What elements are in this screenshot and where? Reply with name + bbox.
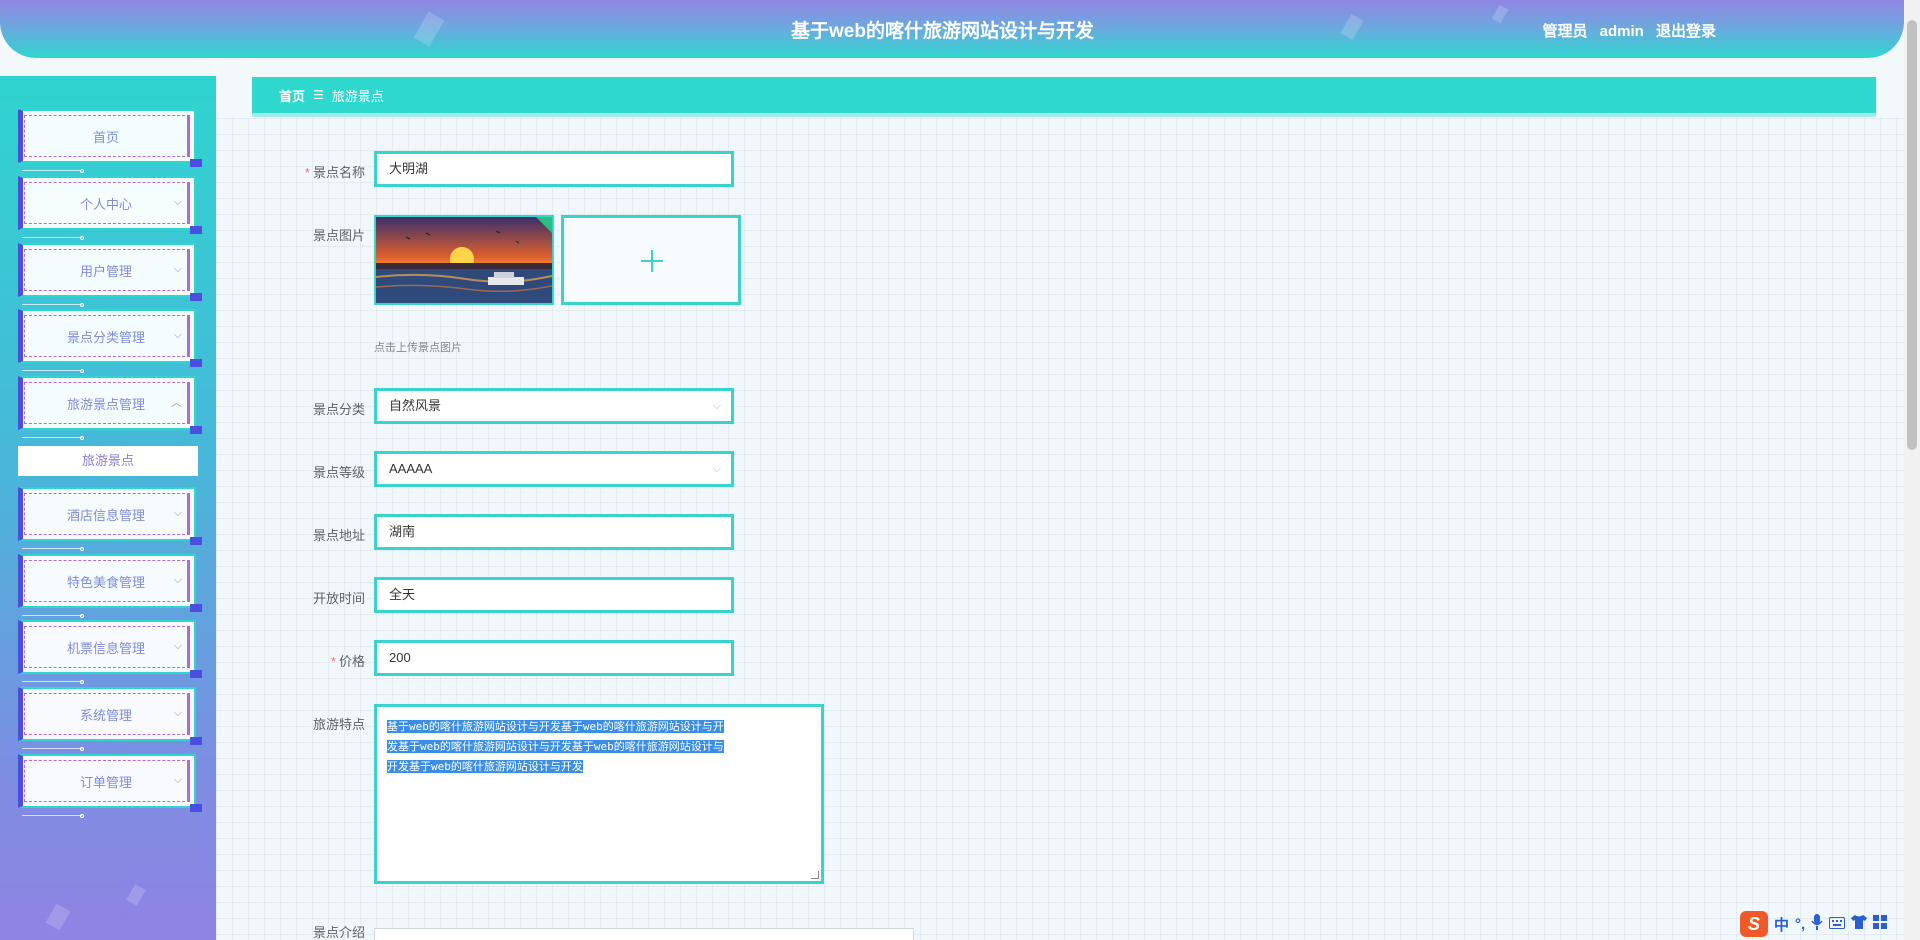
chevron-down-icon: ⌵ xyxy=(173,506,182,519)
chevron-down-icon: ⌵ xyxy=(173,573,182,586)
intro-label: 景点介绍 xyxy=(312,925,365,940)
spot-level-value: AAAAA xyxy=(389,461,433,476)
chevron-down-icon: ⌵ xyxy=(173,328,182,341)
sidebar-item-personal-center[interactable]: 个人中心 ⌵ xyxy=(18,176,202,240)
required-mark: * xyxy=(304,165,310,180)
spot-category-select[interactable]: 自然风景 ⌵ xyxy=(374,388,734,424)
sidebar-item-system-management[interactable]: 系统管理 ⌵ xyxy=(18,687,202,751)
sidebar-item-category-management[interactable]: 景点分类管理 ⌵ xyxy=(18,309,202,373)
spot-image-label: 景点图片 xyxy=(312,228,365,243)
shirt-icon[interactable] xyxy=(1851,915,1868,933)
sidebar-item-label: 个人中心 xyxy=(79,196,132,212)
spot-image-thumbnail[interactable] xyxy=(374,215,554,305)
sidebar-decoration xyxy=(126,884,146,906)
sidebar-item-spot-management[interactable]: 旅游景点管理 ︿ xyxy=(18,376,202,440)
chevron-down-icon: ⌵ xyxy=(173,195,182,208)
microphone-icon[interactable] xyxy=(1811,914,1823,934)
top-header: 基于web的喀什旅游网站设计与开发 管理员 admin 退出登录 xyxy=(0,0,1904,58)
spot-address-input[interactable]: 湖南 xyxy=(374,514,734,550)
chevron-down-icon: ⌵ xyxy=(173,262,182,275)
features-label: 旅游特点 xyxy=(312,717,365,732)
price-label: * 价格 xyxy=(330,654,365,669)
ime-punctuation[interactable]: °, xyxy=(1795,916,1805,933)
sidebar-item-label: 用户管理 xyxy=(79,263,132,279)
sidebar-item-label: 特色美食管理 xyxy=(66,574,145,590)
sidebar-item-label: 酒店信息管理 xyxy=(66,507,145,523)
upload-tip: 点击上传景点图片 xyxy=(374,342,462,354)
features-textarea[interactable]: 基于web的喀什旅游网站设计与开发基于web的喀什旅游网站设计与开 发基于web… xyxy=(374,704,824,884)
features-line: 开发基于web的喀什旅游网站设计与开发 xyxy=(387,760,583,773)
breadcrumb-home[interactable]: 首页 xyxy=(279,86,305,105)
grid-icon[interactable] xyxy=(1873,915,1888,933)
sidebar-subitem-spots[interactable]: 旅游景点 xyxy=(18,446,198,476)
sidebar-item-label: 机票信息管理 xyxy=(66,640,145,656)
spot-level-select[interactable]: AAAAA ⌵ xyxy=(374,451,734,487)
sunset-lake-image xyxy=(376,217,552,303)
required-mark: * xyxy=(330,654,336,669)
price-input[interactable]: 200 xyxy=(374,640,734,676)
sidebar-item-food-management[interactable]: 特色美食管理 ⌵ xyxy=(18,554,202,618)
sidebar-item-label: 景点分类管理 xyxy=(66,329,145,345)
spot-address-label: 景点地址 xyxy=(312,528,365,543)
open-time-label: 开放时间 xyxy=(312,591,365,606)
spot-category-value: 自然风景 xyxy=(389,398,442,413)
sidebar-item-label: 系统管理 xyxy=(79,707,132,723)
ime-language[interactable]: 中 xyxy=(1774,914,1789,935)
sidebar-item-order-management[interactable]: 订单管理 ⌵ xyxy=(18,754,202,818)
chevron-down-icon: ⌵ xyxy=(173,773,182,786)
sidebar-item-home[interactable]: 首页 xyxy=(18,109,202,173)
keyboard-icon[interactable] xyxy=(1829,916,1846,933)
breadcrumb-separator-icon: ☰ xyxy=(313,88,324,102)
intro-editor[interactable] xyxy=(374,928,914,940)
user-role: 管理员 xyxy=(1542,23,1588,40)
chevron-down-icon: ⌵ xyxy=(712,463,721,475)
breadcrumb: 首页 ☰ 旅游景点 xyxy=(252,77,1876,117)
spot-category-label: 景点分类 xyxy=(312,402,365,417)
sidebar-item-hotel-management[interactable]: 酒店信息管理 ⌵ xyxy=(18,487,202,551)
spot-name-label: * 景点名称 xyxy=(304,165,365,180)
open-time-input[interactable]: 全天 xyxy=(374,577,734,613)
spot-name-input[interactable]: 大明湖 xyxy=(374,151,734,187)
user-info: 管理员 admin 退出登录 xyxy=(1534,20,1716,41)
chevron-down-icon: ⌵ xyxy=(173,706,182,719)
sidebar-decoration xyxy=(45,903,71,931)
sidebar-item-label: 首页 xyxy=(92,129,119,145)
logout-link[interactable]: 退出登录 xyxy=(1656,23,1716,40)
resize-handle-icon[interactable] xyxy=(811,871,819,879)
add-image-button[interactable] xyxy=(561,215,741,305)
features-line: 基于web的喀什旅游网站设计与开发基于web的喀什旅游网站设计与开 xyxy=(387,720,724,733)
scrollbar-thumb[interactable] xyxy=(1907,20,1917,450)
sidebar-item-flight-management[interactable]: 机票信息管理 ⌵ xyxy=(18,620,202,684)
sogou-logo-icon[interactable]: S xyxy=(1740,911,1768,937)
chevron-down-icon: ⌵ xyxy=(712,400,721,412)
chevron-up-icon: ︿ xyxy=(171,397,182,410)
sidebar-item-user-management[interactable]: 用户管理 ⌵ xyxy=(18,243,202,307)
sidebar-item-label: 订单管理 xyxy=(79,774,132,790)
ime-toolbar: S 中 °, xyxy=(1740,910,1900,938)
user-name: admin xyxy=(1599,23,1644,40)
sidebar-item-label: 旅游景点管理 xyxy=(66,396,145,412)
chevron-down-icon: ⌵ xyxy=(173,639,182,652)
features-line: 发基于web的喀什旅游网站设计与开发基于web的喀什旅游网站设计与 xyxy=(387,740,724,753)
breadcrumb-current: 旅游景点 xyxy=(331,88,384,104)
spot-level-label: 景点等级 xyxy=(312,465,365,480)
